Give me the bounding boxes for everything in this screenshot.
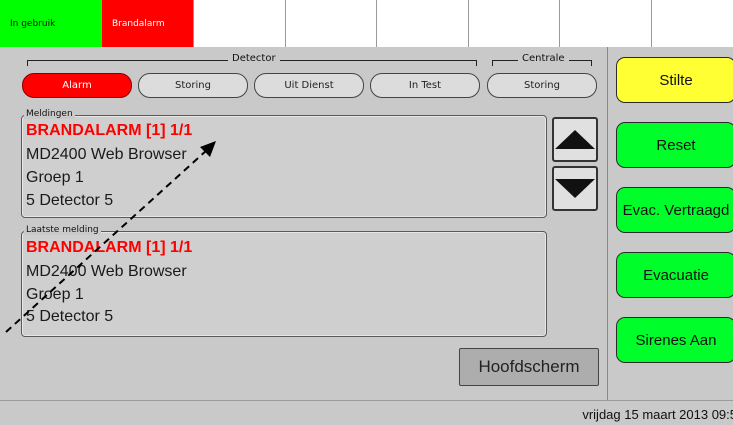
centrale-group-tick-left [492, 60, 493, 66]
scroll-up-button[interactable] [552, 117, 598, 162]
storing-filter-button[interactable]: Storing [138, 73, 248, 98]
message-source-line: MD2400 Web Browser [26, 146, 187, 163]
last-message-group-line: Groep 1 [26, 286, 84, 303]
detector-group-tick-right [476, 60, 477, 66]
fire-alarm-indicator: Brandalarm [102, 0, 194, 47]
scroll-down-button[interactable] [552, 166, 598, 211]
centrale-group-label: Centrale [518, 53, 569, 64]
status-cell-4 [286, 0, 377, 47]
uit-dienst-filter-button[interactable]: Uit Dienst [254, 73, 364, 98]
fire-panel-screen: In gebruik Brandalarm Detector Centrale … [0, 0, 733, 425]
message-alarm-line: BRANDALARM [1] 1/1 [26, 122, 193, 139]
status-cell-8 [652, 0, 733, 47]
status-cell-7 [560, 0, 652, 47]
down-arrow-icon [555, 179, 595, 198]
in-use-indicator: In gebruik [0, 0, 102, 47]
status-strip: In gebruik Brandalarm [0, 0, 733, 47]
reset-button[interactable]: Reset [616, 122, 733, 168]
silence-button[interactable]: Stilte [616, 57, 733, 103]
status-cell-6 [469, 0, 560, 47]
alarm-filter-button[interactable]: Alarm [22, 73, 132, 98]
status-datetime: vrijdag 15 maart 2013 09:5 [582, 407, 733, 422]
messages-panel-title: Meldingen [24, 109, 75, 119]
last-message-panel-title: Laatste melding [24, 225, 101, 235]
evac-delayed-button[interactable]: Evac. Vertraagd [616, 187, 733, 233]
evacuation-button[interactable]: Evacuatie [616, 252, 733, 298]
last-message-detector-line: 5 Detector 5 [26, 308, 114, 325]
sirens-on-button[interactable]: Sirenes Aan [616, 317, 733, 363]
detector-group-tick-left [27, 60, 28, 66]
detector-group-label: Detector [228, 53, 280, 64]
bottom-status-bar: vrijdag 15 maart 2013 09:5 [0, 400, 733, 425]
last-message-alarm-line: BRANDALARM [1] 1/1 [26, 239, 193, 256]
fire-alarm-label: Brandalarm [112, 18, 165, 29]
in-use-label: In gebruik [10, 18, 56, 29]
status-cell-5 [377, 0, 469, 47]
last-message-source-line: MD2400 Web Browser [26, 263, 187, 280]
message-detector-line: 5 Detector 5 [26, 192, 114, 209]
centrale-group-tick-right [591, 60, 592, 66]
in-test-filter-button[interactable]: In Test [370, 73, 480, 98]
up-arrow-icon [555, 130, 595, 149]
right-column-divider [607, 47, 608, 400]
status-cell-3 [194, 0, 286, 47]
main-screen-button[interactable]: Hoofdscherm [459, 348, 599, 386]
message-group-line: Groep 1 [26, 169, 84, 186]
centrale-storing-filter-button[interactable]: Storing [487, 73, 597, 98]
